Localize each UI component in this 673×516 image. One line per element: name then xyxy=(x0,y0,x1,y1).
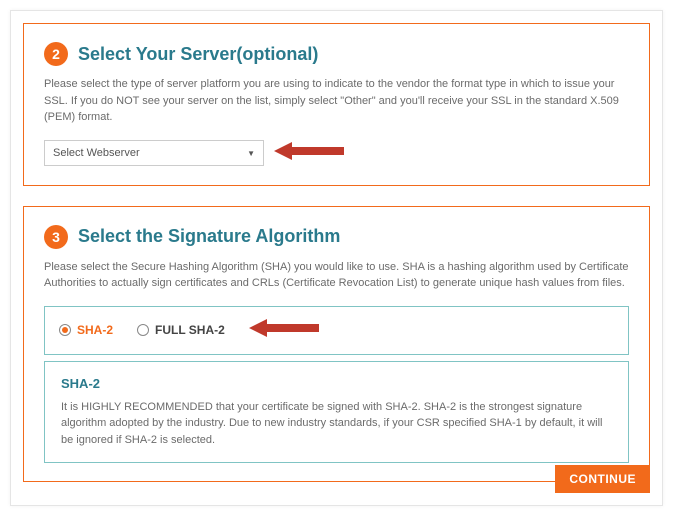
radio-full-sha2-label: FULL SHA-2 xyxy=(155,323,225,337)
server-select-row: Select Webserver ▼ xyxy=(44,140,629,167)
radio-sha2[interactable]: SHA-2 xyxy=(59,323,113,337)
continue-button[interactable]: CONTINUE xyxy=(555,465,650,493)
server-select[interactable]: Select Webserver ▼ xyxy=(44,140,264,166)
step-3-title: Select the Signature Algorithm xyxy=(78,226,340,247)
info-heading: SHA-2 xyxy=(61,376,612,391)
step-2-title: Select Your Server(optional) xyxy=(78,44,318,65)
step-2-header: 2 Select Your Server(optional) xyxy=(44,42,629,66)
annotation-arrow-icon xyxy=(274,140,344,167)
step-3-header: 3 Select the Signature Algorithm xyxy=(44,225,629,249)
sha2-info-box: SHA-2 It is HIGHLY RECOMMENDED that your… xyxy=(44,361,629,464)
radio-icon xyxy=(137,324,149,336)
step-3-description: Please select the Secure Hashing Algorit… xyxy=(44,259,629,292)
info-body: It is HIGHLY RECOMMENDED that your certi… xyxy=(61,399,612,449)
step-3-number-badge: 3 xyxy=(44,225,68,249)
chevron-down-icon: ▼ xyxy=(247,149,255,158)
radio-full-sha2[interactable]: FULL SHA-2 xyxy=(137,323,225,337)
step-2-description: Please select the type of server platfor… xyxy=(44,76,629,126)
step-2-panel: 2 Select Your Server(optional) Please se… xyxy=(23,23,650,186)
radio-icon xyxy=(59,324,71,336)
form-container: 2 Select Your Server(optional) Please se… xyxy=(10,10,663,506)
signature-algorithm-radios: SHA-2 FULL SHA-2 xyxy=(44,306,629,355)
annotation-arrow-icon xyxy=(249,317,319,344)
step-2-number-badge: 2 xyxy=(44,42,68,66)
step-3-panel: 3 Select the Signature Algorithm Please … xyxy=(23,206,650,483)
radio-sha2-label: SHA-2 xyxy=(77,323,113,337)
server-select-value: Select Webserver xyxy=(53,147,140,159)
